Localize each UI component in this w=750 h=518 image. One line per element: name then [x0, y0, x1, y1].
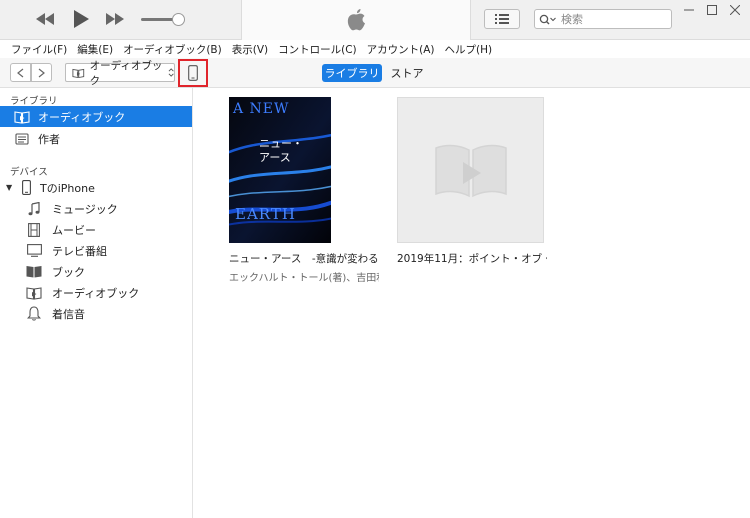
sidebar-item-ringtones[interactable]: 着信音	[0, 303, 192, 324]
sidebar-item-music[interactable]: ミュージック	[0, 198, 192, 219]
minimize-icon	[684, 9, 694, 11]
menu-audiobooks[interactable]: オーディオブック(B)	[118, 42, 227, 57]
sidebar-item-label: テレビ番組	[52, 244, 107, 258]
volume-knob[interactable]	[172, 13, 185, 26]
menu-view[interactable]: 表示(V)	[227, 42, 273, 57]
forward-button[interactable]	[31, 63, 52, 82]
bell-icon	[26, 306, 42, 322]
menu-edit[interactable]: 編集(E)	[72, 42, 118, 57]
search-input[interactable]	[561, 12, 661, 26]
play-button[interactable]	[67, 8, 93, 30]
menu-bar: ファイル(F) 編集(E) オーディオブック(B) 表示(V) コントロール(C…	[0, 40, 750, 58]
cover-title-jp: ニュー・ アース	[259, 137, 303, 164]
music-note-icon	[26, 201, 42, 217]
fast-forward-icon	[106, 13, 124, 25]
menu-file[interactable]: ファイル(F)	[6, 42, 72, 57]
tab-store[interactable]: ストア	[387, 64, 427, 82]
sidebar: ライブラリ オーディオブック 作者 デバイス ▼ TのiPhone ミュージック…	[0, 88, 193, 518]
rewind-icon	[36, 13, 54, 25]
sidebar-item-device[interactable]: ▼ TのiPhone	[0, 177, 192, 198]
minimize-button[interactable]	[679, 2, 699, 18]
sidebar-item-audiobooks[interactable]: オーディオブック	[0, 106, 192, 127]
search-field[interactable]	[534, 9, 672, 29]
audiobook-tile[interactable]: A NEW ニュー・ アース EARTH ニュー・アース -意識が変わる... …	[229, 97, 379, 287]
media-kind-label: オーディオブック	[89, 59, 163, 87]
sidebar-item-tv-shows[interactable]: テレビ番組	[0, 240, 192, 261]
sidebar-item-label: ミュージック	[52, 202, 118, 216]
audiobook-tile[interactable]: 2019年11月：ポイント・オブ・...	[397, 97, 547, 287]
menu-controls[interactable]: コントロール(C)	[273, 42, 362, 57]
device-name: TのiPhone	[40, 181, 95, 195]
sidebar-item-books[interactable]: ブック	[0, 261, 192, 282]
sidebar-item-label: ムービー	[52, 223, 96, 237]
audiobook-icon	[26, 285, 42, 301]
audiobook-icon	[72, 68, 85, 78]
sidebar-item-label: 着信音	[52, 307, 85, 321]
cover-title-top: A NEW	[233, 101, 290, 117]
tile-title[interactable]: 2019年11月：ポイント・オブ・...	[397, 251, 547, 266]
author-icon	[14, 131, 30, 147]
sidebar-item-label: オーディオブック	[38, 110, 126, 124]
audiobook-placeholder-icon	[434, 144, 507, 198]
maximize-icon	[707, 5, 717, 15]
status-display	[241, 0, 471, 40]
tile-author[interactable]: エックハルト・トール(著)、吉田利...	[229, 269, 379, 284]
tv-icon	[26, 243, 42, 259]
menu-account[interactable]: アカウント(A)	[362, 42, 440, 57]
fast-forward-button[interactable]	[100, 8, 130, 30]
devices-heading: デバイス	[10, 167, 48, 178]
sidebar-item-movies[interactable]: ムービー	[0, 219, 192, 240]
film-icon	[26, 222, 42, 238]
chevron-right-icon	[38, 68, 45, 77]
sidebar-item-authors[interactable]: 作者	[0, 128, 192, 149]
audiobook-icon	[14, 109, 30, 125]
menu-help[interactable]: ヘルプ(H)	[440, 42, 498, 57]
up-next-button[interactable]	[484, 9, 520, 29]
rewind-button[interactable]	[30, 8, 60, 30]
sidebar-item-label: オーディオブック	[52, 286, 140, 300]
sidebar-item-label: 作者	[38, 132, 60, 146]
back-button[interactable]	[10, 63, 31, 82]
library-heading: ライブラリ	[10, 96, 58, 107]
close-icon	[730, 5, 740, 15]
search-icon	[539, 14, 556, 24]
close-button[interactable]	[725, 2, 745, 18]
book-cover[interactable]: A NEW ニュー・ アース EARTH	[229, 97, 331, 243]
book-cover-placeholder[interactable]	[397, 97, 544, 243]
disclosure-triangle-icon[interactable]: ▼	[6, 183, 16, 192]
list-icon	[495, 14, 509, 24]
sidebar-item-device-audiobooks[interactable]: オーディオブック	[0, 282, 192, 303]
play-icon	[74, 10, 89, 28]
iphone-icon	[18, 180, 34, 196]
iphone-icon	[188, 65, 198, 81]
maximize-button[interactable]	[702, 2, 722, 18]
chevron-left-icon	[17, 68, 24, 77]
transport-bar	[0, 0, 750, 40]
media-kind-selector[interactable]: オーディオブック	[65, 60, 175, 87]
tile-title[interactable]: ニュー・アース -意識が変わる...	[229, 251, 379, 266]
updown-chevron-icon	[168, 68, 174, 77]
sidebar-item-label: ブック	[52, 265, 85, 279]
book-icon	[26, 264, 42, 280]
cover-title-bottom: EARTH	[235, 205, 296, 223]
device-button[interactable]	[178, 59, 208, 87]
tab-library[interactable]: ライブラリ	[322, 64, 382, 82]
apple-logo-icon	[347, 9, 365, 31]
